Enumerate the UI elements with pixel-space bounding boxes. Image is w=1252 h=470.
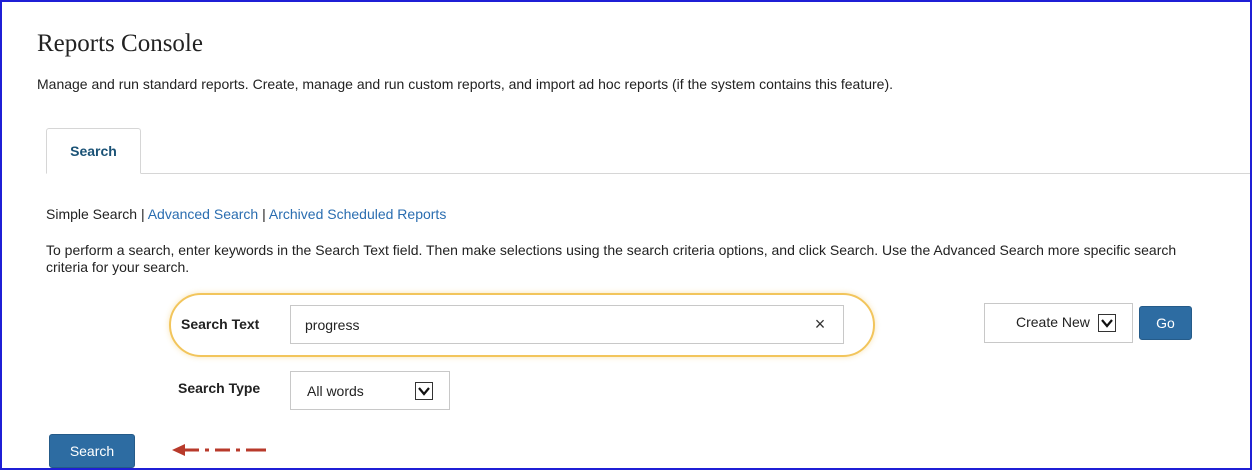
page-description: Manage and run standard reports. Create,… (37, 76, 893, 92)
search-button[interactable]: Search (49, 434, 135, 468)
search-type-value: All words (307, 383, 364, 399)
reports-console-window: Reports Console Manage and run standard … (0, 0, 1252, 470)
search-instructions: To perform a search, enter keywords in t… (46, 242, 1177, 275)
separator: | (262, 206, 266, 222)
tab-bar-divider (46, 173, 1250, 174)
page-title: Reports Console (37, 30, 203, 57)
create-new-value: Create New (1016, 314, 1090, 330)
simple-search-label: Simple Search (46, 206, 138, 222)
search-text-label: Search Text (181, 316, 260, 332)
advanced-search-link[interactable]: Advanced Search (148, 206, 259, 222)
search-text-field: × (290, 305, 844, 344)
search-mode-links: Simple Search | Advanced Search | Archiv… (46, 206, 446, 222)
chevron-down-icon (1098, 314, 1116, 332)
separator: | (140, 206, 145, 222)
dashed-arrow-left-icon (172, 444, 266, 456)
search-text-input[interactable] (291, 306, 801, 343)
tab-search[interactable]: Search (46, 128, 141, 174)
create-new-select[interactable]: Create New (984, 303, 1133, 343)
search-type-select[interactable]: All words (290, 371, 450, 410)
close-icon[interactable]: × (811, 314, 829, 334)
chevron-down-icon (415, 382, 433, 400)
go-button[interactable]: Go (1139, 306, 1192, 340)
search-type-label: Search Type (178, 380, 261, 396)
archived-scheduled-reports-link[interactable]: Archived Scheduled Reports (269, 206, 446, 222)
